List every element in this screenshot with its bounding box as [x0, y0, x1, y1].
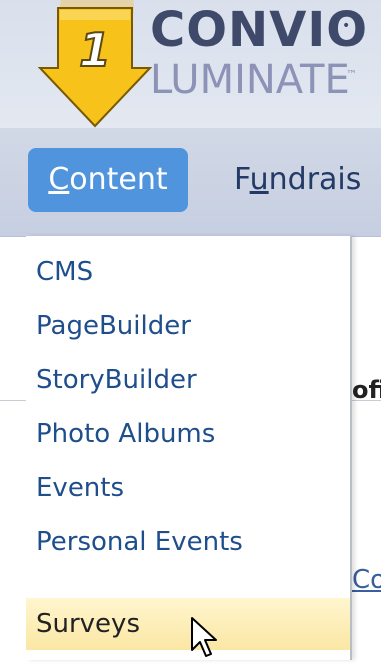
background-heading-fragment: ofi: [352, 376, 381, 404]
content-dropdown-menu: CMS PageBuilder StoryBuilder Photo Album…: [26, 236, 352, 660]
menu-item-photo-albums[interactable]: Photo Albums: [26, 408, 350, 460]
mouse-pointer-icon: [190, 616, 220, 660]
menu-item-pagebuilder[interactable]: PageBuilder: [26, 300, 350, 352]
tab-fundraising[interactable]: Fundrais: [234, 148, 361, 212]
tab-content-accesskey: C: [48, 162, 70, 197]
tab-fundraising-prefix: F: [234, 162, 250, 197]
app-header: CONVIO • LUMINATE ™ 1: [0, 0, 381, 128]
menu-item-events[interactable]: Events: [26, 462, 350, 514]
menu-item-cms[interactable]: CMS: [26, 246, 350, 298]
logo-wordmark: CONVIO: [150, 2, 369, 58]
background-link-fragment[interactable]: Cor: [352, 565, 381, 595]
menu-item-storybuilder[interactable]: StoryBuilder: [26, 354, 350, 406]
step-number: 1: [79, 23, 111, 77]
logo-subtitle: LUMINATE: [150, 57, 350, 103]
tab-content[interactable]: Content: [28, 148, 188, 212]
main-nav: Content Fundrais: [0, 128, 381, 237]
tab-content-label: ontent: [69, 162, 168, 197]
tab-fundraising-accesskey: u: [249, 162, 269, 197]
step-callout-arrow-icon: 1: [0, 0, 160, 130]
menu-item-personal-events[interactable]: Personal Events: [26, 516, 350, 568]
menu-item-surveys[interactable]: Surveys: [26, 598, 350, 650]
tab-fundraising-label: ndrais: [268, 162, 362, 197]
logo-registered-mark: •: [342, 18, 351, 34]
logo-trademark: ™: [346, 68, 357, 81]
